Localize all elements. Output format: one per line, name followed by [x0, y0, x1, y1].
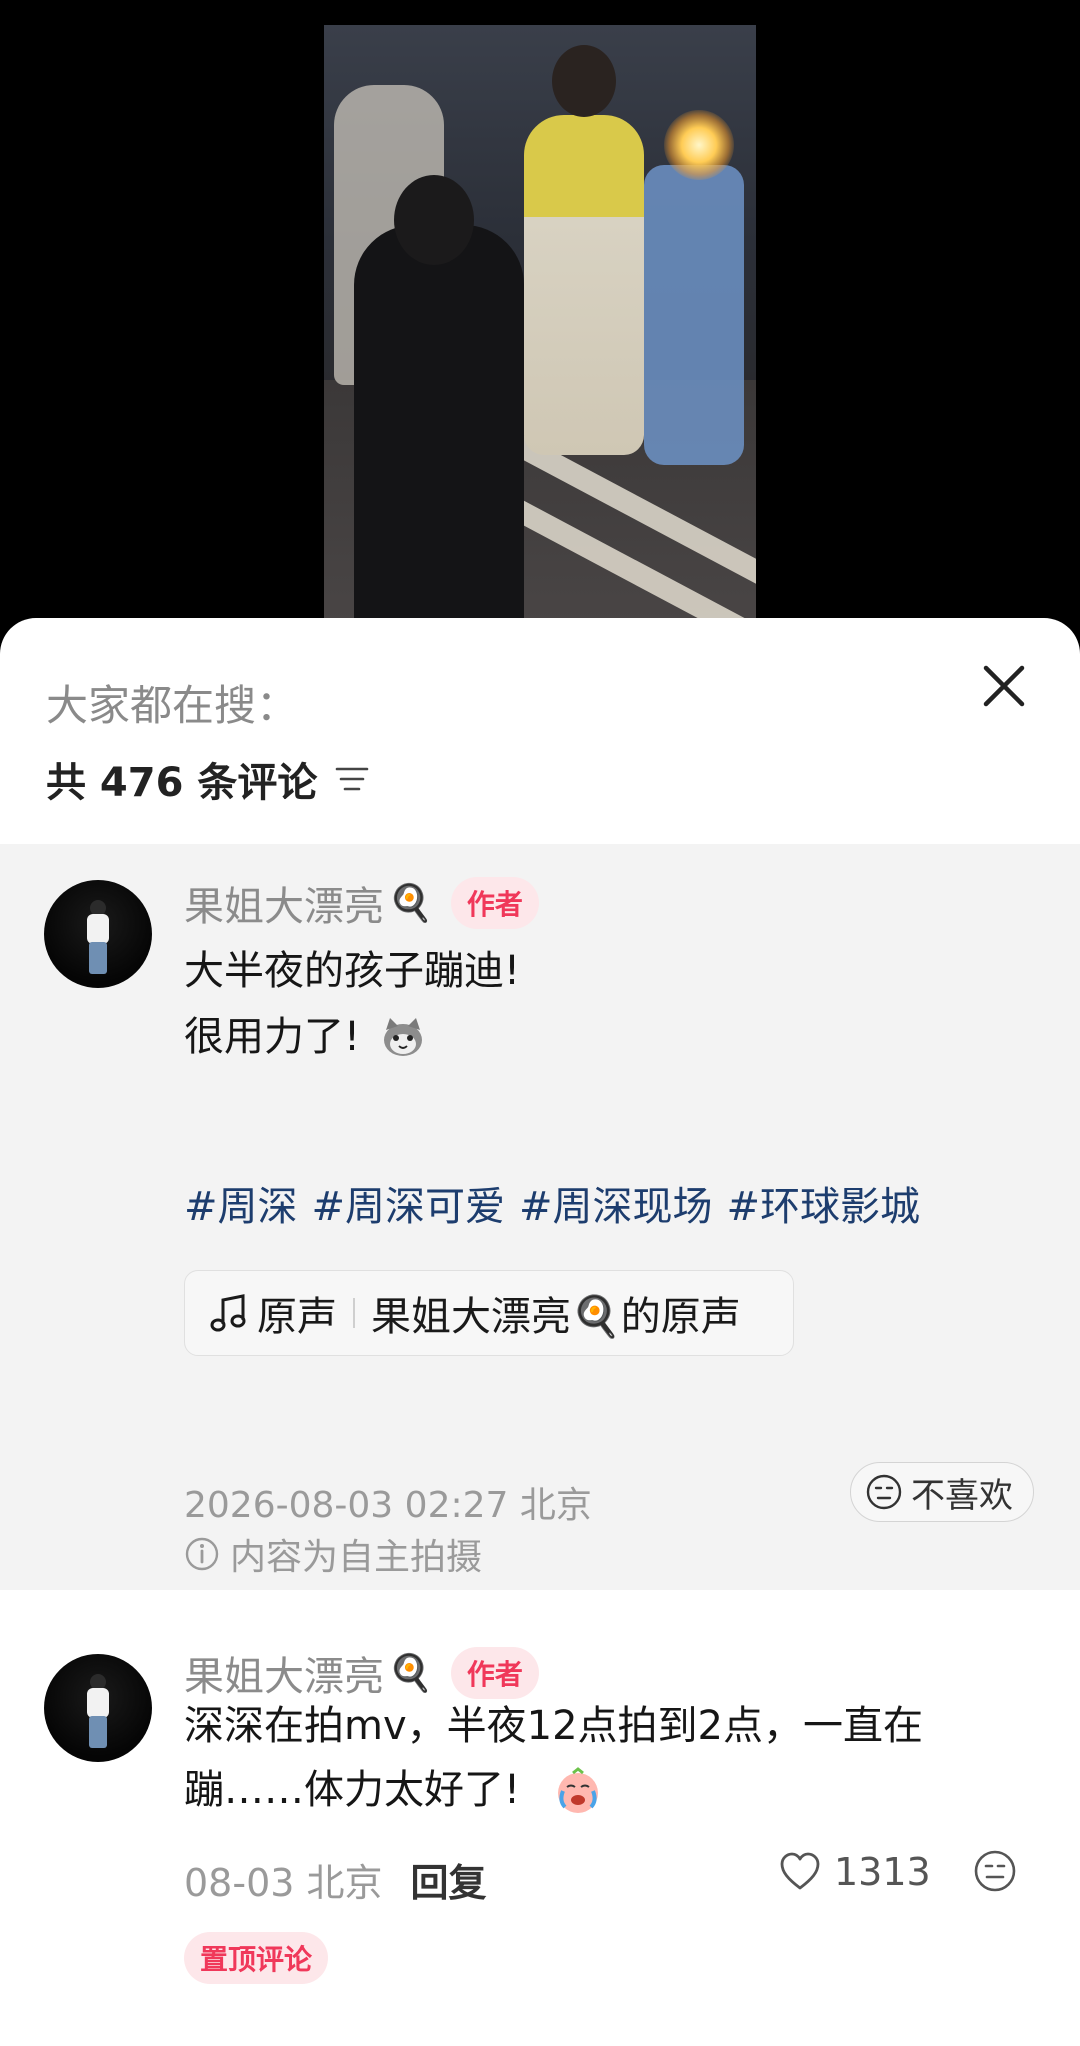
video-figure	[644, 165, 744, 465]
hashtag[interactable]: #周深	[184, 1174, 298, 1232]
like-button[interactable]: 1313	[778, 1850, 931, 1894]
post-text-line2-row: 很用力了!	[184, 1004, 426, 1070]
comments-sheet: 大家都在搜： 共 476 条评论 果姐大漂亮 🍳 作者 大半夜的孩子蹦迪! 很用…	[0, 618, 1080, 2046]
hashtag[interactable]: #环球影城	[727, 1174, 921, 1232]
search-hint[interactable]: 大家都在搜：	[46, 672, 298, 733]
author-badge: 作者	[450, 877, 539, 929]
content-info-row: 内容为自主拍摄	[184, 1528, 482, 1580]
info-icon	[185, 1537, 219, 1571]
hashtag[interactable]: #周深可爱	[312, 1174, 506, 1232]
comment-item: 果姐大漂亮 🍳 作者 深深在拍mv，半夜12点拍到2点，一直在蹦……体力太好了!…	[0, 1590, 1080, 2046]
comment-count-row: 共 476 条评论	[46, 750, 369, 808]
hashtag[interactable]: #周深现场	[519, 1174, 713, 1232]
comment-date: 08-03 北京	[184, 1861, 383, 1905]
comment-text-block: 深深在拍mv，半夜12点拍到2点，一直在蹦……体力太好了!	[184, 1694, 1004, 1822]
video-figure-dancer	[524, 115, 644, 455]
emoji-reaction-icon[interactable]	[972, 1848, 1018, 1894]
crying-emoji-icon	[557, 1767, 598, 1813]
reply-button[interactable]: 回复	[411, 1852, 487, 1907]
frying-pan-emoji: 🍳	[388, 1653, 433, 1694]
post-timestamp: 2026-08-03 02:27 北京	[184, 1485, 592, 1526]
like-count: 1313	[834, 1850, 931, 1894]
post-text-line1: 大半夜的孩子蹦迪!	[184, 948, 521, 994]
comment-meta: 08-03 北京 回复	[184, 1852, 487, 1907]
hashtag-list: #周深 #周深可爱 #周深现场 #环球影城	[184, 1174, 920, 1232]
divider	[353, 1298, 355, 1328]
comment-count: 共 476 条评论	[46, 760, 318, 806]
video-figure-head	[394, 175, 474, 265]
cat-emoji-icon	[384, 1018, 423, 1056]
post-text-line2: 很用力了!	[184, 1014, 361, 1060]
dislike-label: 不喜欢	[911, 1475, 1013, 1516]
author-post: 果姐大漂亮 🍳 作者 大半夜的孩子蹦迪! 很用力了! #周深 #周深可爱 #周深…	[0, 844, 1080, 1590]
username[interactable]: 果姐大漂亮	[184, 874, 384, 932]
avatar[interactable]	[44, 1654, 152, 1762]
music-title: 果姐大漂亮🍳的原声	[371, 1294, 741, 1340]
music-label: 原声	[257, 1294, 337, 1340]
video-light	[664, 110, 734, 180]
music-note-icon	[210, 1294, 246, 1332]
video-player[interactable]	[0, 0, 1080, 640]
video-frame[interactable]	[324, 25, 756, 640]
avatar[interactable]	[44, 880, 152, 988]
video-figure-head	[552, 45, 616, 117]
dislike-button[interactable]: 不喜欢	[850, 1462, 1034, 1522]
sort-icon[interactable]	[335, 765, 369, 793]
content-info-text: 内容为自主拍摄	[230, 1537, 483, 1578]
pinned-badge: 置顶评论	[184, 1932, 329, 1984]
frying-pan-emoji: 🍳	[388, 883, 433, 924]
close-button[interactable]	[976, 658, 1032, 714]
neutral-face-icon	[866, 1474, 902, 1510]
post-header: 果姐大漂亮 🍳 作者	[184, 874, 539, 932]
original-sound-chip[interactable]: 原声 果姐大漂亮🍳的原声	[184, 1270, 794, 1356]
close-icon	[983, 665, 1025, 707]
heart-icon	[780, 1852, 820, 1890]
video-figure-foreground	[354, 225, 524, 640]
author-badge: 作者	[450, 1647, 539, 1699]
